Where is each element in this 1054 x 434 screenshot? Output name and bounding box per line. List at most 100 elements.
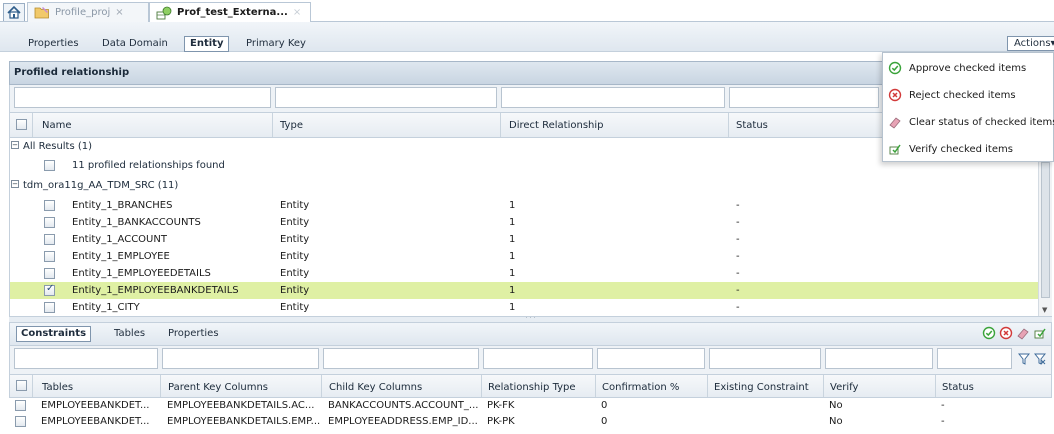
row-checkbox[interactable] [44,234,55,245]
column-existing-constraint[interactable]: Existing Constraint [714,382,809,393]
table-row[interactable]: Entity_1_EMPLOYEEDETAILS Entity 1 - [10,265,1052,282]
status-filter-input[interactable] [729,87,879,108]
tab-profile-proj[interactable]: Profile_proj × [27,2,149,22]
row-checkbox[interactable] [44,251,55,262]
close-icon[interactable]: × [293,7,301,18]
column-confirmation[interactable]: Confirmation % [602,382,679,393]
relationship-type-filter-input[interactable] [483,348,593,369]
column-child-key[interactable]: Child Key Columns [329,382,422,393]
approve-icon [888,61,902,75]
subtab-properties[interactable]: Properties [28,37,79,51]
row-checkbox[interactable] [44,302,55,313]
tab-constraints[interactable]: Constraints [16,326,92,342]
reject-icon[interactable] [999,326,1013,340]
actions-button[interactable]: Actions▾ [1007,36,1054,51]
row-direct: 1 [509,234,516,245]
column-parent-key[interactable]: Parent Key Columns [168,382,268,393]
home-button[interactable] [3,3,25,21]
select-all-checkbox[interactable] [16,380,27,391]
menu-item-clear-status[interactable]: Clear status of checked items [883,109,1054,135]
menu-label: Approve checked items [909,62,1027,74]
menu-item-verify[interactable]: Verify checked items [883,136,1054,162]
cell-parent-key: EMPLOYEEBANKDETAILS.AC... [167,400,315,411]
approve-icon[interactable] [982,326,996,340]
constraint-row[interactable]: EMPLOYEEBANKDET... EMPLOYEEBANKDETAILS.E… [9,414,1052,430]
sub-tab-bar: Properties Data Domain Entity Primary Ke… [0,22,1054,52]
column-status[interactable]: Status [942,382,974,393]
column-status[interactable]: Status [736,120,768,131]
table-row[interactable]: Entity_1_CITY Entity 1 - [10,299,1052,316]
row-checkbox[interactable] [44,200,55,211]
cell-status: - [941,416,945,427]
row-checkbox[interactable] [44,160,55,171]
table-row-selected[interactable]: Entity_1_EMPLOYEEBANKDETAILS Entity 1 - [10,282,1052,299]
verify-filter-input[interactable] [825,348,933,369]
column-relationship-type[interactable]: Relationship Type [488,382,576,393]
select-all-checkbox[interactable] [16,119,27,130]
profile-icon [156,6,172,19]
vertical-scrollbar[interactable]: ▼ [1038,138,1052,316]
relationship-grid: − All Results (1) 11 profiled relationshi… [9,138,1052,316]
subtab-data-domain[interactable]: Data Domain [102,37,168,51]
row-type: Entity [280,285,310,296]
row-type: Entity [280,217,310,228]
lower-toolbar [982,326,1047,340]
reject-icon [888,88,902,102]
column-name[interactable]: Name [42,120,72,131]
table-row[interactable]: Entity_1_BANKACCOUNTS Entity 1 - [10,214,1052,231]
cell-tables: EMPLOYEEBANKDET... [41,416,150,427]
filter-icon[interactable] [1018,353,1030,365]
row-status: - [736,251,740,262]
group-tdm-src[interactable]: − tdm_ora11g_AA_TDM_SRC (11) [10,177,1052,195]
column-type[interactable]: Type [280,120,303,131]
status-filter-input[interactable] [937,348,1012,369]
clear-filter-icon[interactable] [1034,353,1046,365]
verify-icon[interactable] [1033,326,1047,340]
eraser-icon[interactable] [1016,326,1030,340]
row-direct: 1 [509,268,516,279]
constraint-row[interactable]: EMPLOYEEBANKDET... EMPLOYEEBANKDETAILS.A… [9,398,1052,414]
menu-item-approve[interactable]: Approve checked items [883,55,1054,81]
cell-relationship-type: PK-FK [487,400,515,411]
row-direct: 1 [509,251,516,262]
cell-tables: EMPLOYEEBANKDET... [41,400,150,411]
row-name: Entity_1_EMPLOYEE [72,251,170,262]
tab-prof-test[interactable]: Prof_test_Externa... × [149,2,311,22]
tables-filter-input[interactable] [14,348,158,369]
row-checkbox-checked[interactable] [44,283,55,296]
direct-filter-input[interactable] [501,87,725,108]
tab-tables[interactable]: Tables [114,328,145,339]
child-key-filter-input[interactable] [323,348,479,369]
tab-properties[interactable]: Properties [168,328,219,339]
row-checkbox[interactable] [44,268,55,279]
row-checkbox[interactable] [15,400,26,411]
subtab-entity[interactable]: Entity [184,36,230,52]
cell-parent-key: EMPLOYEEBANKDETAILS.EMP... [167,416,321,427]
scroll-thumb[interactable] [1041,162,1050,298]
row-type: Entity [280,268,310,279]
row-name: Entity_1_ACCOUNT [72,234,167,245]
table-row[interactable]: Entity_1_EMPLOYEE Entity 1 - [10,248,1052,265]
collapse-icon[interactable]: − [11,141,19,149]
subtab-primary-key[interactable]: Primary Key [246,37,306,51]
close-icon[interactable]: × [115,7,123,18]
row-status: - [736,200,740,211]
row-checkbox[interactable] [15,416,26,427]
row-direct: 1 [509,302,516,313]
column-tables[interactable]: Tables [42,382,73,393]
row-status: - [736,302,740,313]
column-direct-relationship[interactable]: Direct Relationship [509,120,604,131]
existing-constraint-filter-input[interactable] [709,348,821,369]
column-verify[interactable]: Verify [830,382,858,393]
menu-item-reject[interactable]: Reject checked items [883,82,1054,108]
row-direct: 1 [509,285,516,296]
table-row[interactable]: Entity_1_BRANCHES Entity 1 - [10,197,1052,214]
confirmation-filter-input[interactable] [597,348,705,369]
collapse-icon[interactable]: − [11,180,19,188]
scroll-down-icon[interactable]: ▼ [1042,306,1047,314]
parent-key-filter-input[interactable] [162,348,319,369]
type-filter-input[interactable] [275,87,497,108]
row-checkbox[interactable] [44,217,55,228]
name-filter-input[interactable] [14,87,271,108]
table-row[interactable]: Entity_1_ACCOUNT Entity 1 - [10,231,1052,248]
